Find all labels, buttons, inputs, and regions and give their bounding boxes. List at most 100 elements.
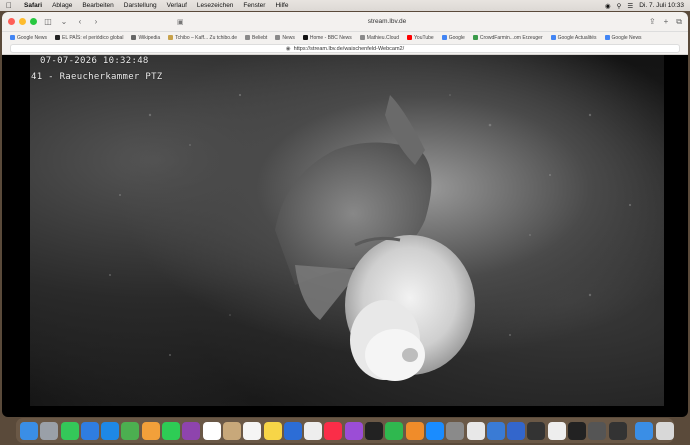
podcasts-icon[interactable] — [182, 421, 201, 440]
chrome-icon[interactable] — [466, 421, 485, 440]
menu-ablage[interactable]: Ablage — [52, 2, 72, 9]
bookmark-google-news[interactable]: Google News — [10, 35, 47, 41]
maps-icon[interactable] — [121, 421, 140, 440]
folder-icon — [275, 35, 281, 40]
bookmark-google-news-2[interactable]: Google News — [604, 35, 642, 41]
dock — [16, 418, 674, 443]
crowdfarming-icon — [472, 35, 478, 40]
folder-icon — [245, 35, 251, 40]
toolbar-right-actions: ⇪ + ⧉ — [649, 17, 682, 27]
disk-utility-icon[interactable] — [588, 421, 607, 440]
folder-icon — [359, 35, 365, 40]
bookmark-mathieu-cloud[interactable]: Mathieu.Cloud — [359, 35, 399, 41]
bookmark-tchibo[interactable]: Tchibo – Kaff... Zu tchibo.de — [168, 35, 237, 41]
keynote-icon[interactable] — [283, 421, 302, 440]
tab-overview-icon[interactable]: ⧉ — [676, 17, 682, 27]
photos-icon[interactable] — [141, 421, 160, 440]
menu-hilfe[interactable]: Hilfe — [275, 2, 288, 9]
freeform-icon[interactable] — [304, 421, 323, 440]
wifi-icon[interactable]: ◉ — [605, 2, 611, 10]
tab-title: stream.lbv.de — [367, 18, 407, 25]
safari-icon[interactable] — [101, 421, 120, 440]
bookmark-google[interactable]: Google — [441, 35, 465, 41]
bookmark-crowdfarming[interactable]: CrowdFarmin...om Erzeuger — [472, 35, 543, 41]
el-pais-icon — [55, 35, 61, 40]
textedit-icon[interactable] — [547, 421, 566, 440]
zoom-window-button[interactable] — [30, 18, 37, 25]
tchibo-icon — [168, 35, 174, 40]
menu-bar:  Safari Ablage Bearbeiten Darstellung V… — [0, 0, 690, 11]
share-icon[interactable]: ⇪ — [649, 17, 656, 27]
google-news-icon — [10, 35, 15, 40]
google-icon — [441, 35, 447, 40]
menu-verlauf[interactable]: Verlauf — [167, 2, 187, 9]
video-timestamp: 07-07-2026 10:32:48 — [40, 56, 149, 66]
page-content: 07-07-2026 10:32:48 41 - Raeucherkammer … — [2, 55, 688, 406]
camera-label: 41 - Raeucherkammer PTZ — [31, 72, 163, 82]
menu-app-name[interactable]: Safari — [24, 2, 42, 9]
launchpad-icon[interactable] — [40, 421, 59, 440]
notes-icon[interactable] — [263, 421, 282, 440]
window-controls — [8, 18, 37, 25]
bookmark-youtube[interactable]: YouTube — [407, 35, 434, 41]
url-text: https://stream.lbv.de/waischenfeld-Webca… — [293, 45, 405, 52]
downloads-folder-icon[interactable] — [635, 421, 654, 440]
bbc-icon — [302, 35, 308, 40]
google-news-icon — [604, 35, 610, 40]
messages-icon[interactable] — [60, 421, 79, 440]
trash-icon[interactable] — [655, 421, 674, 440]
minimize-window-button[interactable] — [19, 18, 26, 25]
reminders-icon[interactable] — [243, 421, 262, 440]
app-store-icon[interactable] — [425, 421, 444, 440]
youtube-icon — [407, 35, 413, 40]
finder-icon[interactable] — [20, 421, 38, 440]
contacts-icon[interactable] — [222, 421, 241, 440]
tab-title-bar[interactable]: ▣ stream.lbv.de — [177, 16, 517, 28]
wikipedia-icon — [131, 35, 137, 40]
forward-arrow-icon[interactable]: › — [91, 17, 101, 26]
url-field[interactable]: ◉ https://stream.lbv.de/waischenfeld-Web… — [10, 44, 680, 53]
stocks-icon[interactable] — [568, 421, 587, 440]
bookmark-wikipedia[interactable]: Wikipedia — [131, 35, 160, 41]
webcam-video-stream[interactable]: 07-07-2026 10:32:48 41 - Raeucherkammer … — [30, 55, 664, 406]
numbers-icon[interactable] — [385, 421, 404, 440]
keychain-icon[interactable] — [608, 421, 627, 440]
menu-bearbeiten[interactable]: Bearbeiten — [82, 2, 113, 9]
tv-icon[interactable] — [365, 421, 384, 440]
close-window-button[interactable] — [8, 18, 15, 25]
menu-darstellung[interactable]: Darstellung — [124, 2, 157, 9]
menu-fenster[interactable]: Fenster — [243, 2, 265, 9]
menu-clock[interactable]: Di. 7. Juli 10:33 — [639, 2, 684, 9]
bookmark-el-pais[interactable]: EL PAÍS: el periódico global — [55, 35, 123, 41]
bookmark-folder-news[interactable]: News — [275, 35, 295, 41]
safari-window: ◫ ⌄ ‹ › ▣ stream.lbv.de ⇪ + ⧉ Google New… — [2, 12, 688, 417]
browser-toolbar: ◫ ⌄ ‹ › ▣ stream.lbv.de ⇪ + ⧉ — [2, 12, 688, 32]
bookmark-google-actualites[interactable]: Google Actualités — [550, 35, 597, 41]
bookmark-folder-beliebt[interactable]: Beliebt — [245, 35, 267, 41]
menu-lesezeichen[interactable]: Lesezeichen — [197, 2, 234, 9]
search-icon[interactable]: ⚲ — [617, 2, 622, 10]
chevron-down-icon[interactable]: ⌄ — [59, 17, 69, 26]
podcast-app-icon[interactable] — [344, 421, 363, 440]
google-news-icon — [550, 35, 556, 40]
bat-image — [109, 93, 632, 381]
apple-menu-icon[interactable]:  — [6, 1, 12, 10]
bookmarks-bar: Google News EL PAÍS: el periódico global… — [2, 32, 688, 43]
url-bar: ◉ https://stream.lbv.de/waischenfeld-Web… — [2, 43, 688, 55]
new-tab-icon[interactable]: + — [664, 17, 669, 27]
calendar-icon[interactable] — [202, 421, 221, 440]
preview-icon[interactable] — [486, 421, 505, 440]
mail-icon[interactable] — [80, 421, 99, 440]
pages-icon[interactable] — [405, 421, 424, 440]
back-arrow-icon[interactable]: ‹ — [75, 17, 85, 26]
facetime-icon[interactable] — [162, 421, 181, 440]
lock-icon: ◉ — [285, 45, 291, 52]
control-center-icon[interactable]: ☰ — [627, 2, 633, 10]
unknown-app-icon[interactable] — [507, 421, 526, 440]
bookmark-bbc-news[interactable]: Home - BBC News — [302, 35, 352, 41]
sidebar-toggle-icon[interactable]: ◫ — [43, 17, 53, 26]
system-settings-icon[interactable] — [446, 421, 465, 440]
privacy-report-icon[interactable]: ▣ — [177, 18, 184, 26]
activity-monitor-icon[interactable] — [527, 421, 546, 440]
music-icon[interactable] — [324, 421, 343, 440]
